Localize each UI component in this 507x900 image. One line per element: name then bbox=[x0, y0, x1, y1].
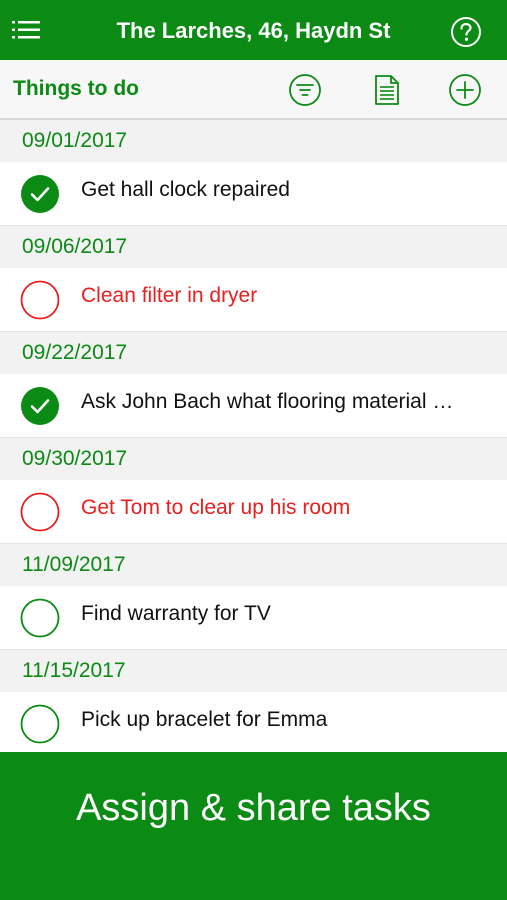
date-header: 09/30/2017 bbox=[0, 438, 507, 480]
section-title: Things to do bbox=[13, 77, 139, 100]
task-row[interactable]: Get Tom to clear up his room bbox=[0, 480, 507, 544]
banner-text: Assign & share tasks bbox=[76, 787, 431, 829]
task-label: Ask John Bach what flooring material … bbox=[81, 390, 454, 413]
date-header: 09/22/2017 bbox=[0, 332, 507, 374]
task-row[interactable]: Find warranty for TV bbox=[0, 586, 507, 650]
app-title: The Larches, 46, Haydn St bbox=[116, 18, 391, 43]
task-label: Get Tom to clear up his room bbox=[81, 496, 351, 519]
filter-icon[interactable] bbox=[288, 73, 322, 107]
help-icon[interactable] bbox=[450, 16, 482, 48]
empty-circle-icon[interactable] bbox=[20, 280, 60, 320]
task-list: 09/01/2017 Get hall clock repaired 09/06… bbox=[0, 120, 507, 756]
date-header: 11/09/2017 bbox=[0, 544, 507, 586]
date-header: 09/01/2017 bbox=[0, 120, 507, 162]
task-row[interactable]: Ask John Bach what flooring material … bbox=[0, 374, 507, 438]
task-label: Clean filter in dryer bbox=[81, 284, 258, 307]
menu-icon[interactable] bbox=[12, 17, 42, 43]
list-toolbar: Things to do bbox=[0, 60, 507, 120]
date-header: 11/15/2017 bbox=[0, 650, 507, 692]
task-label: Find warranty for TV bbox=[81, 602, 271, 625]
task-label: Get hall clock repaired bbox=[81, 178, 290, 201]
task-row[interactable]: Pick up bracelet for Emma bbox=[0, 692, 507, 756]
check-circle-icon[interactable] bbox=[20, 386, 60, 426]
app-header: The Larches, 46, Haydn St bbox=[0, 0, 507, 60]
add-icon[interactable] bbox=[448, 73, 482, 107]
task-row[interactable]: Get hall clock repaired bbox=[0, 162, 507, 226]
empty-circle-icon[interactable] bbox=[20, 704, 60, 744]
check-circle-icon[interactable] bbox=[20, 174, 60, 214]
task-label: Pick up bracelet for Emma bbox=[81, 708, 328, 731]
document-icon[interactable] bbox=[370, 73, 404, 107]
empty-circle-icon[interactable] bbox=[20, 492, 60, 532]
task-row[interactable]: Clean filter in dryer bbox=[0, 268, 507, 332]
empty-circle-icon[interactable] bbox=[20, 598, 60, 638]
promo-banner: Assign & share tasks bbox=[0, 752, 507, 900]
date-header: 09/06/2017 bbox=[0, 226, 507, 268]
